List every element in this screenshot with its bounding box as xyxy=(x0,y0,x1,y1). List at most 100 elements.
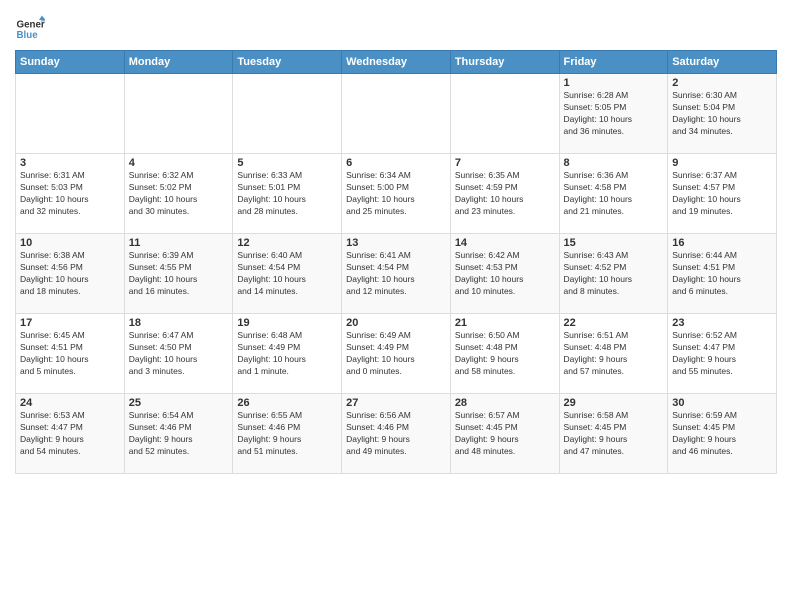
day-info: Sunrise: 6:49 AM Sunset: 4:49 PM Dayligh… xyxy=(346,330,446,378)
calendar-cell: 11Sunrise: 6:39 AM Sunset: 4:55 PM Dayli… xyxy=(124,234,233,314)
day-number: 22 xyxy=(564,317,664,329)
day-number: 7 xyxy=(455,157,555,169)
day-number: 13 xyxy=(346,237,446,249)
calendar-cell: 29Sunrise: 6:58 AM Sunset: 4:45 PM Dayli… xyxy=(559,394,668,474)
logo: General Blue xyxy=(15,14,49,44)
calendar-cell: 17Sunrise: 6:45 AM Sunset: 4:51 PM Dayli… xyxy=(16,314,125,394)
day-number: 18 xyxy=(129,317,229,329)
day-info: Sunrise: 6:50 AM Sunset: 4:48 PM Dayligh… xyxy=(455,330,555,378)
day-info: Sunrise: 6:30 AM Sunset: 5:04 PM Dayligh… xyxy=(672,90,772,138)
header-row: General Blue xyxy=(15,10,777,44)
day-number: 29 xyxy=(564,397,664,409)
day-number: 6 xyxy=(346,157,446,169)
day-number: 12 xyxy=(237,237,337,249)
calendar-cell: 4Sunrise: 6:32 AM Sunset: 5:02 PM Daylig… xyxy=(124,154,233,234)
day-info: Sunrise: 6:56 AM Sunset: 4:46 PM Dayligh… xyxy=(346,410,446,458)
day-info: Sunrise: 6:32 AM Sunset: 5:02 PM Dayligh… xyxy=(129,170,229,218)
day-number: 19 xyxy=(237,317,337,329)
calendar-cell: 30Sunrise: 6:59 AM Sunset: 4:45 PM Dayli… xyxy=(668,394,777,474)
day-number: 5 xyxy=(237,157,337,169)
calendar-cell: 22Sunrise: 6:51 AM Sunset: 4:48 PM Dayli… xyxy=(559,314,668,394)
day-info: Sunrise: 6:37 AM Sunset: 4:57 PM Dayligh… xyxy=(672,170,772,218)
day-number: 24 xyxy=(20,397,120,409)
day-number: 1 xyxy=(564,77,664,89)
weekday-header-thursday: Thursday xyxy=(450,51,559,74)
day-info: Sunrise: 6:44 AM Sunset: 4:51 PM Dayligh… xyxy=(672,250,772,298)
calendar-cell: 3Sunrise: 6:31 AM Sunset: 5:03 PM Daylig… xyxy=(16,154,125,234)
calendar-cell xyxy=(233,74,342,154)
weekday-header-friday: Friday xyxy=(559,51,668,74)
calendar-cell: 28Sunrise: 6:57 AM Sunset: 4:45 PM Dayli… xyxy=(450,394,559,474)
calendar-cell: 19Sunrise: 6:48 AM Sunset: 4:49 PM Dayli… xyxy=(233,314,342,394)
page-container: General Blue SundayMondayTuesdayWednesda… xyxy=(0,0,792,479)
day-info: Sunrise: 6:28 AM Sunset: 5:05 PM Dayligh… xyxy=(564,90,664,138)
calendar-table: SundayMondayTuesdayWednesdayThursdayFrid… xyxy=(15,50,777,474)
day-number: 3 xyxy=(20,157,120,169)
day-number: 14 xyxy=(455,237,555,249)
calendar-cell xyxy=(124,74,233,154)
calendar-cell: 10Sunrise: 6:38 AM Sunset: 4:56 PM Dayli… xyxy=(16,234,125,314)
calendar-cell: 5Sunrise: 6:33 AM Sunset: 5:01 PM Daylig… xyxy=(233,154,342,234)
calendar-cell: 2Sunrise: 6:30 AM Sunset: 5:04 PM Daylig… xyxy=(668,74,777,154)
day-number: 21 xyxy=(455,317,555,329)
day-number: 27 xyxy=(346,397,446,409)
day-number: 9 xyxy=(672,157,772,169)
day-number: 15 xyxy=(564,237,664,249)
calendar-cell xyxy=(450,74,559,154)
weekday-header-row: SundayMondayTuesdayWednesdayThursdayFrid… xyxy=(16,51,777,74)
day-info: Sunrise: 6:53 AM Sunset: 4:47 PM Dayligh… xyxy=(20,410,120,458)
calendar-week-row: 24Sunrise: 6:53 AM Sunset: 4:47 PM Dayli… xyxy=(16,394,777,474)
day-info: Sunrise: 6:40 AM Sunset: 4:54 PM Dayligh… xyxy=(237,250,337,298)
calendar-cell: 23Sunrise: 6:52 AM Sunset: 4:47 PM Dayli… xyxy=(668,314,777,394)
day-info: Sunrise: 6:51 AM Sunset: 4:48 PM Dayligh… xyxy=(564,330,664,378)
calendar-cell: 18Sunrise: 6:47 AM Sunset: 4:50 PM Dayli… xyxy=(124,314,233,394)
day-number: 30 xyxy=(672,397,772,409)
day-info: Sunrise: 6:52 AM Sunset: 4:47 PM Dayligh… xyxy=(672,330,772,378)
calendar-cell: 12Sunrise: 6:40 AM Sunset: 4:54 PM Dayli… xyxy=(233,234,342,314)
day-number: 25 xyxy=(129,397,229,409)
day-info: Sunrise: 6:34 AM Sunset: 5:00 PM Dayligh… xyxy=(346,170,446,218)
calendar-cell: 8Sunrise: 6:36 AM Sunset: 4:58 PM Daylig… xyxy=(559,154,668,234)
weekday-header-wednesday: Wednesday xyxy=(342,51,451,74)
calendar-week-row: 17Sunrise: 6:45 AM Sunset: 4:51 PM Dayli… xyxy=(16,314,777,394)
logo-icon: General Blue xyxy=(15,14,45,44)
day-info: Sunrise: 6:59 AM Sunset: 4:45 PM Dayligh… xyxy=(672,410,772,458)
day-info: Sunrise: 6:35 AM Sunset: 4:59 PM Dayligh… xyxy=(455,170,555,218)
calendar-cell: 15Sunrise: 6:43 AM Sunset: 4:52 PM Dayli… xyxy=(559,234,668,314)
calendar-cell: 24Sunrise: 6:53 AM Sunset: 4:47 PM Dayli… xyxy=(16,394,125,474)
calendar-cell: 26Sunrise: 6:55 AM Sunset: 4:46 PM Dayli… xyxy=(233,394,342,474)
weekday-header-tuesday: Tuesday xyxy=(233,51,342,74)
day-info: Sunrise: 6:57 AM Sunset: 4:45 PM Dayligh… xyxy=(455,410,555,458)
calendar-cell: 13Sunrise: 6:41 AM Sunset: 4:54 PM Dayli… xyxy=(342,234,451,314)
weekday-header-sunday: Sunday xyxy=(16,51,125,74)
calendar-cell: 20Sunrise: 6:49 AM Sunset: 4:49 PM Dayli… xyxy=(342,314,451,394)
day-number: 2 xyxy=(672,77,772,89)
svg-text:Blue: Blue xyxy=(17,30,39,41)
calendar-cell xyxy=(16,74,125,154)
day-number: 28 xyxy=(455,397,555,409)
day-number: 26 xyxy=(237,397,337,409)
calendar-cell: 16Sunrise: 6:44 AM Sunset: 4:51 PM Dayli… xyxy=(668,234,777,314)
day-info: Sunrise: 6:39 AM Sunset: 4:55 PM Dayligh… xyxy=(129,250,229,298)
calendar-cell: 1Sunrise: 6:28 AM Sunset: 5:05 PM Daylig… xyxy=(559,74,668,154)
calendar-cell: 6Sunrise: 6:34 AM Sunset: 5:00 PM Daylig… xyxy=(342,154,451,234)
day-info: Sunrise: 6:58 AM Sunset: 4:45 PM Dayligh… xyxy=(564,410,664,458)
day-info: Sunrise: 6:43 AM Sunset: 4:52 PM Dayligh… xyxy=(564,250,664,298)
day-info: Sunrise: 6:47 AM Sunset: 4:50 PM Dayligh… xyxy=(129,330,229,378)
day-info: Sunrise: 6:42 AM Sunset: 4:53 PM Dayligh… xyxy=(455,250,555,298)
day-info: Sunrise: 6:48 AM Sunset: 4:49 PM Dayligh… xyxy=(237,330,337,378)
calendar-cell: 14Sunrise: 6:42 AM Sunset: 4:53 PM Dayli… xyxy=(450,234,559,314)
weekday-header-monday: Monday xyxy=(124,51,233,74)
day-number: 23 xyxy=(672,317,772,329)
calendar-cell: 27Sunrise: 6:56 AM Sunset: 4:46 PM Dayli… xyxy=(342,394,451,474)
day-info: Sunrise: 6:55 AM Sunset: 4:46 PM Dayligh… xyxy=(237,410,337,458)
calendar-cell: 25Sunrise: 6:54 AM Sunset: 4:46 PM Dayli… xyxy=(124,394,233,474)
calendar-week-row: 1Sunrise: 6:28 AM Sunset: 5:05 PM Daylig… xyxy=(16,74,777,154)
svg-text:General: General xyxy=(17,20,46,31)
calendar-week-row: 10Sunrise: 6:38 AM Sunset: 4:56 PM Dayli… xyxy=(16,234,777,314)
calendar-week-row: 3Sunrise: 6:31 AM Sunset: 5:03 PM Daylig… xyxy=(16,154,777,234)
day-info: Sunrise: 6:33 AM Sunset: 5:01 PM Dayligh… xyxy=(237,170,337,218)
day-info: Sunrise: 6:54 AM Sunset: 4:46 PM Dayligh… xyxy=(129,410,229,458)
calendar-cell xyxy=(342,74,451,154)
day-number: 4 xyxy=(129,157,229,169)
